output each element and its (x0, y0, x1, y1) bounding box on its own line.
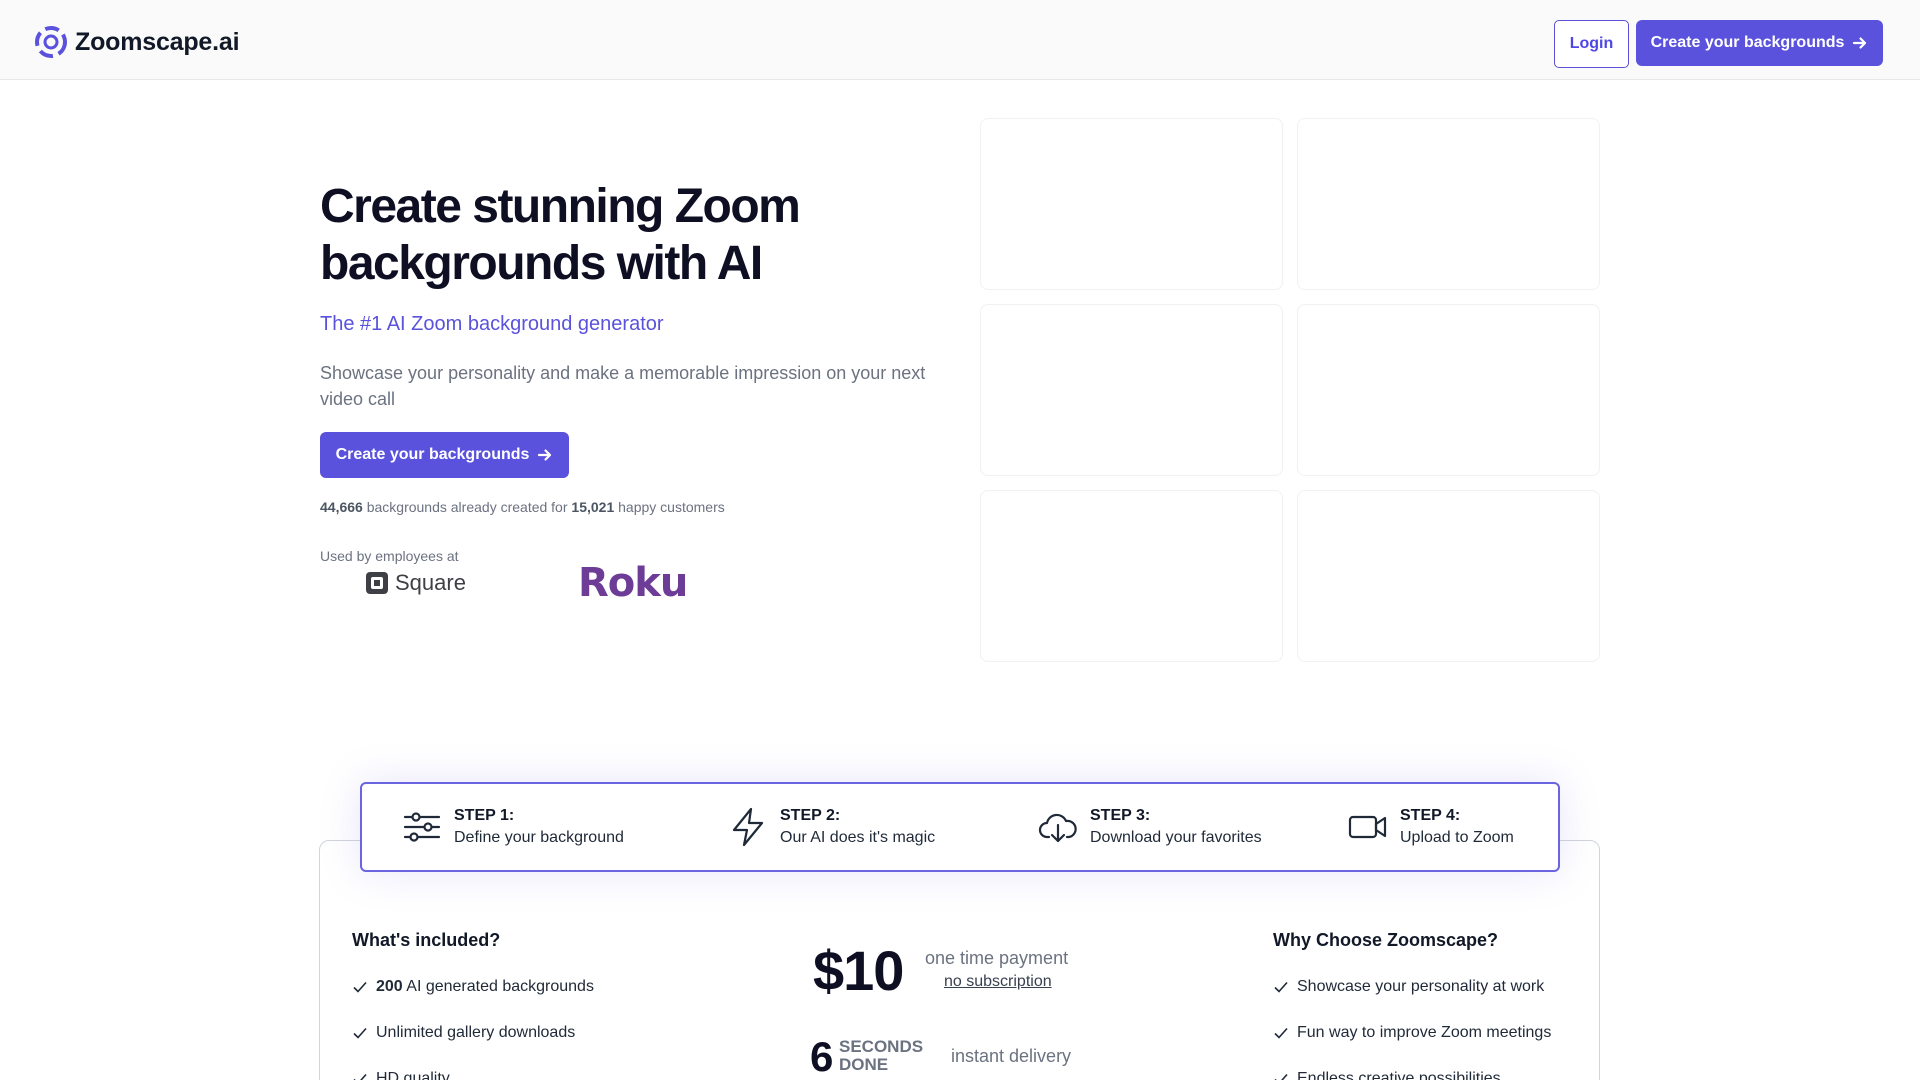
check-icon (1274, 981, 1288, 993)
arrow-right-icon (538, 449, 552, 461)
included-item: HD quality (352, 1070, 450, 1080)
step-4: STEP 4: Upload to Zoom (1348, 784, 1514, 870)
included-item: 200 AI generated backgrounds (352, 978, 594, 996)
roku-logo: Roku (578, 560, 688, 606)
why-item-text: Endless creative possibilities (1297, 1070, 1501, 1080)
step-4-title: STEP 4: (1400, 807, 1461, 824)
brand-logo[interactable]: Zoomscape.ai (35, 26, 240, 58)
check-icon (353, 1027, 367, 1039)
aperture-logo-icon (35, 26, 67, 58)
background-preview-tile (1297, 304, 1600, 476)
included-item-count: 200 (376, 978, 403, 995)
customers-text: happy customers (618, 499, 725, 515)
check-icon (353, 981, 367, 993)
check-icon (1274, 1073, 1288, 1080)
done-word: DONE (839, 1055, 889, 1074)
why-heading: Why Choose Zoomscape? (1273, 930, 1499, 950)
header-create-backgrounds-button[interactable]: Create your backgrounds (1636, 20, 1883, 66)
top-nav: Zoomscape.ai Login Create your backgroun… (0, 0, 1920, 80)
hero-title: Create stunning Zoom backgrounds with AI (320, 180, 801, 290)
square-logo: Square (365, 570, 466, 596)
delivery-seconds-number: 6 (810, 1033, 834, 1080)
why-item-text: Showcase your personality at work (1297, 978, 1545, 995)
why-item: Endless creative possibilities (1273, 1070, 1501, 1080)
hero-subtitle: The #1 AI Zoom background generator (320, 313, 664, 335)
included-item-text: Unlimited gallery downloads (376, 1024, 576, 1041)
brand-name: Zoomscape.ai (75, 27, 240, 56)
step-3-title: STEP 3: (1090, 807, 1151, 824)
delivery-seconds-label: SECONDS DONE (839, 1038, 923, 1074)
square-logo-text: Square (395, 570, 466, 595)
sliders-icon (403, 812, 441, 842)
step-3-desc: Download your favorites (1090, 829, 1262, 846)
steps-bar: STEP 1: Define your background STEP 2: O… (360, 782, 1560, 872)
instant-delivery-label: instant delivery (951, 1046, 1072, 1066)
step-1: STEP 1: Define your background (402, 784, 624, 870)
background-preview-tile (980, 118, 1283, 290)
lightning-icon (732, 807, 764, 847)
step-2-desc: Our AI does it's magic (780, 829, 936, 846)
step-2-title: STEP 2: (780, 807, 841, 824)
login-button[interactable]: Login (1554, 20, 1629, 68)
header-cta-label: Create your backgrounds (1650, 34, 1845, 51)
seconds-word: SECONDS (839, 1037, 924, 1056)
hero-cta-label: Create your backgrounds (335, 446, 530, 463)
usage-stats: 44,666 backgrounds already created for 1… (320, 499, 725, 515)
background-preview-tile (980, 304, 1283, 476)
backgrounds-text: backgrounds already created for (366, 499, 568, 515)
step-1-title: STEP 1: (454, 807, 515, 824)
included-item-text: HD quality (376, 1070, 450, 1080)
included-item-text: AI generated backgrounds (406, 978, 594, 995)
video-camera-icon (1348, 815, 1387, 839)
customers-count: 15,021 (571, 499, 615, 515)
hero-create-backgrounds-button[interactable]: Create your backgrounds (320, 432, 569, 478)
step-2: STEP 2: Our AI does it's magic (728, 784, 935, 870)
step-3: STEP 3: Download your favorites (1038, 784, 1262, 870)
included-item: Unlimited gallery downloads (352, 1024, 575, 1042)
step-1-desc: Define your background (454, 829, 624, 846)
used-by-label: Used by employees at (320, 548, 459, 564)
price-note: one time payment (925, 948, 1069, 968)
cloud-download-icon (1038, 813, 1077, 843)
no-subscription-link[interactable]: no subscription (944, 973, 1052, 991)
check-icon (1274, 1027, 1288, 1039)
background-preview-tile (1297, 490, 1600, 662)
why-item: Showcase your personality at work (1273, 978, 1544, 996)
why-item: Fun way to improve Zoom meetings (1273, 1024, 1551, 1042)
step-4-desc: Upload to Zoom (1400, 829, 1514, 846)
why-item-text: Fun way to improve Zoom meetings (1297, 1024, 1552, 1041)
hero-description: Showcase your personality and make a mem… (320, 363, 926, 409)
included-heading: What's included? (352, 930, 501, 950)
backgrounds-count: 44,666 (320, 499, 363, 515)
check-icon (353, 1073, 367, 1080)
background-preview-tile (1297, 118, 1600, 290)
background-preview-tile (980, 490, 1283, 662)
square-mark-icon (366, 572, 388, 594)
arrow-right-icon (1853, 37, 1867, 49)
price: $10 (813, 939, 904, 1002)
